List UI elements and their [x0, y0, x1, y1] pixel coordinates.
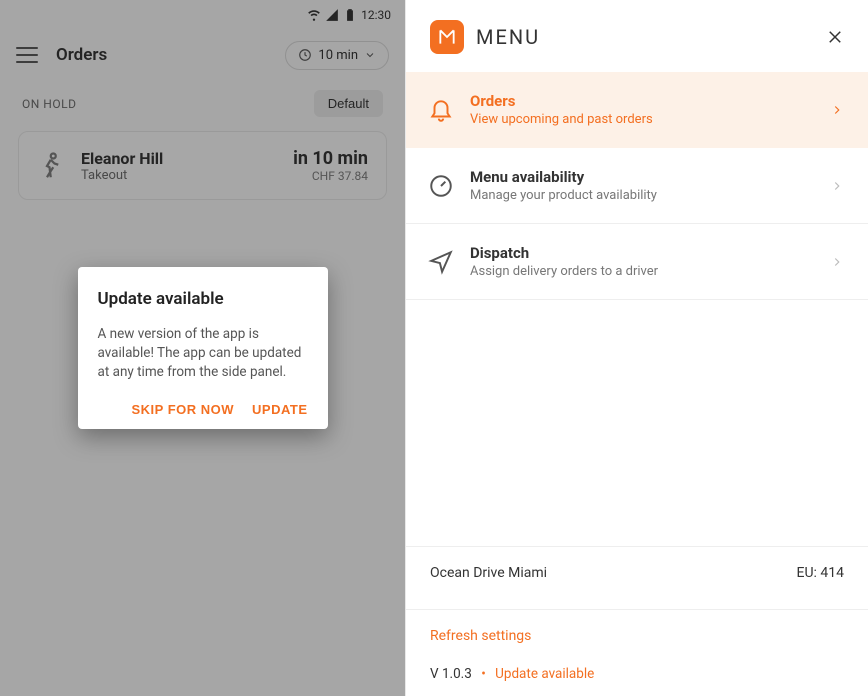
menu-logo: [430, 20, 464, 54]
update-available-link[interactable]: Update available: [495, 666, 594, 682]
chevron-right-icon: [830, 103, 844, 117]
skip-button[interactable]: SKIP FOR NOW: [131, 402, 234, 417]
side-menu-panel: MENU Orders View upcoming and past order…: [405, 0, 868, 696]
update-button[interactable]: UPDATE: [252, 402, 307, 417]
bell-icon: [428, 97, 454, 123]
footer-eu: EU: 414: [796, 565, 844, 581]
modal-title: Update available: [98, 289, 308, 309]
menu-item-text: Menu availability Manage your product av…: [470, 168, 814, 203]
footer-location-row: Ocean Drive Miami EU: 414: [430, 565, 844, 581]
paper-plane-icon: [428, 249, 454, 275]
chevron-right-icon: [830, 255, 844, 269]
close-icon[interactable]: [826, 28, 844, 46]
modal-actions: SKIP FOR NOW UPDATE: [98, 402, 308, 417]
menu-item-subtitle: Manage your product availability: [470, 188, 814, 203]
menu-item-dispatch[interactable]: Dispatch Assign delivery orders to a dri…: [406, 224, 868, 300]
version-label: V 1.0.3: [430, 666, 472, 682]
menu-item-text: Dispatch Assign delivery orders to a dri…: [470, 244, 814, 279]
modal-overlay: Update available A new version of the ap…: [0, 0, 405, 696]
modal-body: A new version of the app is available! T…: [98, 325, 308, 382]
orders-screen: 12:30 Orders 10 min ON HOLD Default Elea…: [0, 0, 405, 696]
menu-title: MENU: [476, 25, 826, 49]
menu-item-subtitle: Assign delivery orders to a driver: [470, 264, 814, 279]
separator-dot: •: [481, 666, 486, 682]
refresh-settings-link[interactable]: Refresh settings: [430, 628, 844, 644]
menu-item-subtitle: View upcoming and past orders: [470, 112, 814, 127]
menu-header: MENU: [406, 0, 868, 72]
version-row: V 1.0.3 • Update available: [430, 666, 844, 682]
menu-item-title: Dispatch: [470, 244, 814, 262]
logo-icon: [437, 27, 457, 47]
footer-location: Ocean Drive Miami: [430, 565, 547, 581]
menu-list: Orders View upcoming and past orders Men…: [406, 72, 868, 546]
menu-item-orders[interactable]: Orders View upcoming and past orders: [406, 72, 868, 148]
update-modal: Update available A new version of the ap…: [78, 267, 328, 429]
menu-item-text: Orders View upcoming and past orders: [470, 92, 814, 127]
gauge-icon: [428, 173, 454, 199]
menu-item-title: Menu availability: [470, 168, 814, 186]
menu-item-availability[interactable]: Menu availability Manage your product av…: [406, 148, 868, 224]
menu-item-title: Orders: [470, 92, 814, 110]
chevron-right-icon: [830, 179, 844, 193]
menu-footer: Ocean Drive Miami EU: 414 Refresh settin…: [406, 546, 868, 696]
